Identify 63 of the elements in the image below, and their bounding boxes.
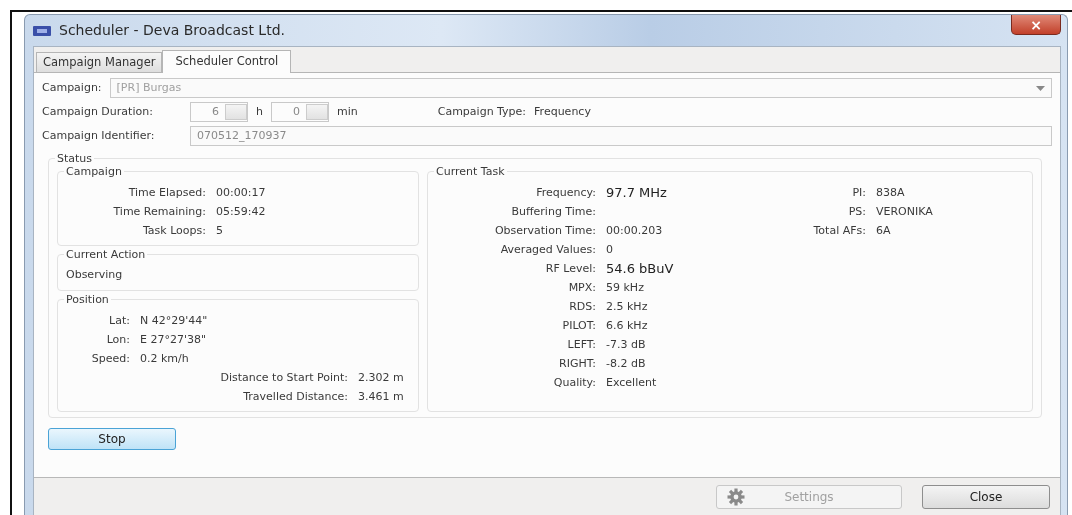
field-value: 3.461 m	[358, 388, 405, 405]
app-icon	[33, 25, 51, 36]
field-label: Travelled Distance:	[242, 388, 348, 405]
field-value: 838A	[876, 185, 906, 202]
field-value: 6A	[876, 223, 892, 240]
field-value: 54.6 bBuV	[606, 260, 675, 278]
field-label: Time Elapsed:	[127, 185, 206, 202]
field-value: N 42°29'44"	[140, 312, 209, 329]
field-value: 97.7 MHz	[606, 184, 668, 202]
field-label: Task Loops:	[141, 223, 206, 240]
field-label: Campaign:	[42, 80, 102, 96]
field-label: Quality:	[552, 375, 596, 392]
field-value: -8.2 dB	[606, 356, 647, 373]
tab[interactable]: Scheduler Control	[162, 50, 292, 74]
close-button[interactable]: ×	[1011, 15, 1061, 35]
field-value: -7.3 dB	[606, 337, 647, 354]
field-value: E 27°27'38"	[140, 331, 208, 348]
field-label: Buffering Time:	[510, 204, 596, 221]
field-label: Averaged Values:	[499, 242, 596, 259]
field-label: PS:	[847, 204, 866, 221]
field-label: PILOT:	[561, 318, 596, 335]
field-value: 2.302 m	[358, 369, 405, 386]
field-value: 00:00.203	[606, 223, 664, 240]
field-label: Lat:	[108, 312, 130, 329]
field-label: RIGHT:	[558, 356, 596, 373]
gear-icon	[727, 487, 745, 506]
field-label: MPX:	[567, 280, 596, 297]
tab[interactable]: Campaign Manager	[36, 52, 163, 73]
field-value: 05:59:42	[216, 204, 267, 221]
field-value: 5	[216, 223, 224, 240]
field-value: VERONIKA	[876, 204, 933, 221]
field-label: Observation Time:	[493, 223, 596, 240]
field-label: Frequency:	[535, 185, 596, 202]
field-value: 0	[606, 242, 614, 259]
field-label: RDS:	[568, 299, 596, 316]
spin-field[interactable]: 6	[190, 102, 248, 123]
stop-button[interactable]: Stop	[48, 427, 176, 450]
field-label: RF Level:	[544, 261, 596, 278]
field-label: LEFT:	[566, 337, 596, 354]
identifier-field[interactable]: 070512_170937	[190, 126, 1052, 147]
unit-label: min	[337, 104, 358, 120]
field-label: Time Remaining:	[112, 204, 206, 221]
field-label: Speed:	[90, 350, 130, 367]
field-label: PI:	[851, 185, 866, 202]
field-value: Frequency	[534, 104, 591, 120]
field-label: Lon:	[105, 331, 130, 348]
field-value: 59 kHz	[606, 280, 645, 297]
field-value: Observing	[66, 267, 124, 284]
field-label: Campaign Type:	[436, 104, 527, 120]
field-value: Excellent	[606, 375, 658, 392]
field-label: Total AFs:	[812, 223, 866, 240]
field-label: Campaign Duration:	[42, 104, 154, 120]
unit-label: h	[256, 104, 263, 120]
field-value: 2.5 kHz	[606, 299, 649, 316]
spin-field[interactable]: 0	[271, 102, 329, 123]
field-value: 00:00:17	[216, 185, 267, 202]
caret-icon	[1036, 85, 1045, 91]
window-title: Scheduler - Deva Broadcast Ltd.	[59, 21, 285, 40]
close-button[interactable]: Close	[922, 484, 1050, 509]
field-value: 6.6 kHz	[606, 318, 649, 335]
field-value: 0.2 km/h	[140, 350, 190, 367]
field-label: Campaign Identifier:	[42, 128, 156, 144]
field-label: Distance to Start Point:	[219, 369, 348, 386]
